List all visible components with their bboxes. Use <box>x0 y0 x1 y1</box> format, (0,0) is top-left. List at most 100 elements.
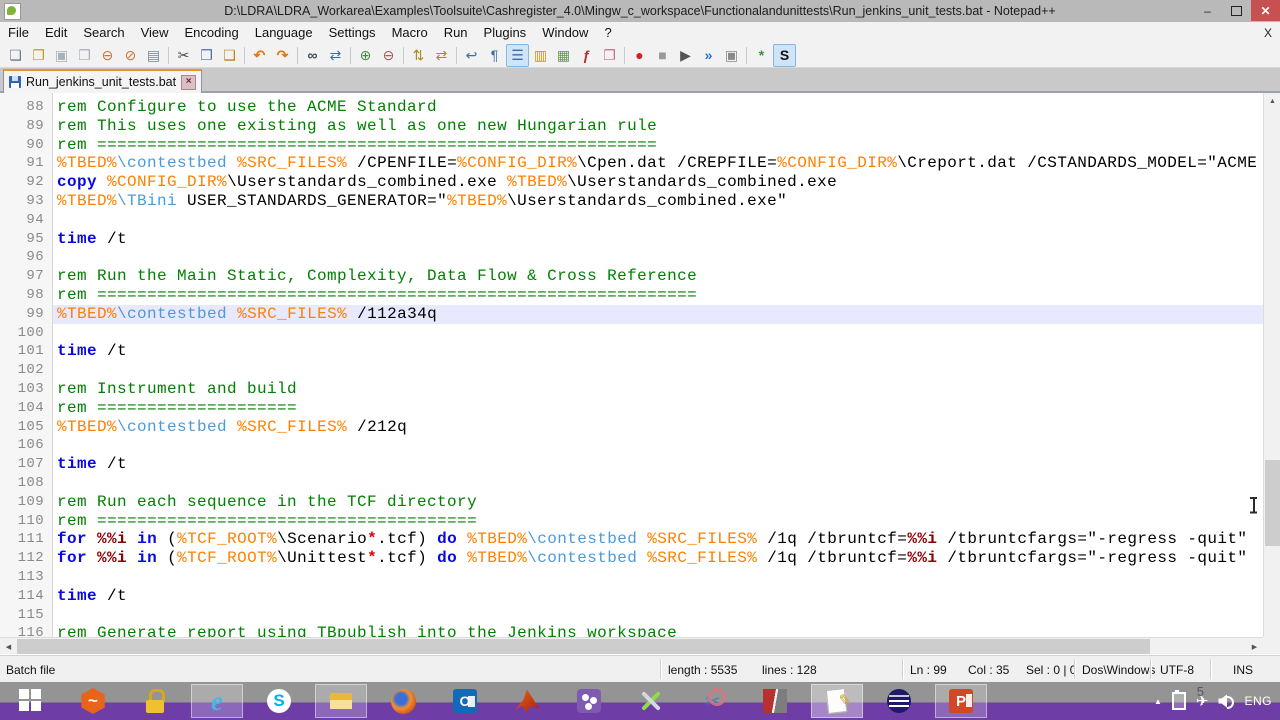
vertical-scrollbar[interactable]: ▲ ▼ <box>1263 93 1280 654</box>
menu-item-language[interactable]: Language <box>247 25 321 40</box>
app-notepadpp[interactable] <box>811 684 863 718</box>
sync-horizontal-scroll-icon[interactable]: ⇄ <box>430 44 453 67</box>
code-line-113[interactable]: 113 <box>0 568 1263 587</box>
code-line-108[interactable]: 108 <box>0 474 1263 493</box>
s-button-icon[interactable]: S <box>773 44 796 67</box>
macro-save-icon[interactable]: ▣ <box>720 44 743 67</box>
app-hexagon[interactable]: ~ <box>67 684 119 718</box>
app-matlab[interactable] <box>501 684 553 718</box>
app-skype[interactable]: S <box>253 684 305 718</box>
app-outlook[interactable]: O <box>439 684 491 718</box>
menu-item-view[interactable]: View <box>133 25 177 40</box>
maximize-button[interactable] <box>1222 0 1251 21</box>
code-line-114[interactable]: 114time /t <box>0 587 1263 606</box>
code-line-102[interactable]: 102 <box>0 361 1263 380</box>
scroll-right-icon[interactable]: ▶ <box>1246 638 1263 655</box>
copy-icon[interactable]: ❐ <box>195 44 218 67</box>
status-eol[interactable]: Dos\Windows <box>1082 663 1155 677</box>
code-line-90[interactable]: 90rem ==================================… <box>0 136 1263 155</box>
app-firefox[interactable] <box>377 684 429 718</box>
scroll-up-icon[interactable]: ▲ <box>1264 93 1280 110</box>
tab-run-jenkins-unit-tests[interactable]: Run_jenkins_unit_tests.bat × <box>3 69 202 94</box>
code-line-104[interactable]: 104rem ==================== <box>0 399 1263 418</box>
print-icon[interactable]: ▤ <box>142 44 165 67</box>
code-line-105[interactable]: 105%TBED%\contestbed %SRC_FILES% /212q <box>0 418 1263 437</box>
app-snipping-tool[interactable]: ✂ <box>687 684 739 718</box>
document-map-icon[interactable]: ▦ <box>552 44 575 67</box>
macro-stop-icon[interactable]: ■ <box>651 44 674 67</box>
tab-close-icon[interactable]: × <box>181 75 196 90</box>
code-line-95[interactable]: 95time /t <box>0 230 1263 249</box>
code-line-92[interactable]: 92copy %CONFIG_DIR%\Userstandards_combin… <box>0 173 1263 192</box>
app-eclipse[interactable] <box>873 684 925 718</box>
find-icon[interactable]: ∞ <box>301 44 324 67</box>
app-tools[interactable] <box>625 684 677 718</box>
code-line-110[interactable]: 110rem =================================… <box>0 512 1263 531</box>
code-line-99[interactable]: 99%TBED%\contestbed %SRC_FILES% /112a34q <box>0 305 1263 324</box>
menu-item-edit[interactable]: Edit <box>37 25 75 40</box>
code-line-109[interactable]: 109rem Run each sequence in the TCF dire… <box>0 493 1263 512</box>
zoom-in-icon[interactable]: ⊕ <box>354 44 377 67</box>
menu-item-window[interactable]: Window <box>534 25 596 40</box>
macro-play-icon[interactable]: ▶ <box>674 44 697 67</box>
code-line-112[interactable]: 112for %%i in (%TCF_ROOT%\Unittest*.tcf)… <box>0 549 1263 568</box>
horizontal-scrollbar[interactable]: ◀ ▶ <box>0 637 1263 654</box>
volume-icon[interactable] <box>1218 693 1234 709</box>
paste-icon[interactable]: ❑ <box>218 44 241 67</box>
code-line-101[interactable]: 101time /t <box>0 342 1263 361</box>
status-encoding[interactable]: UTF-8 <box>1160 663 1194 677</box>
new-file-icon[interactable]: ❏ <box>4 44 27 67</box>
menu-item-encoding[interactable]: Encoding <box>177 25 247 40</box>
save-all-icon[interactable]: ❒ <box>73 44 96 67</box>
replace-icon[interactable]: ⇄ <box>324 44 347 67</box>
undo-icon[interactable]: ↶ <box>248 44 271 67</box>
language-indicator[interactable]: ENG <box>1244 694 1272 708</box>
scroll-left-icon[interactable]: ◀ <box>0 638 17 655</box>
code-line-96[interactable]: 96 <box>0 248 1263 267</box>
folder-workspace-icon[interactable]: ❒ <box>598 44 621 67</box>
code-line-116[interactable]: 116rem Generate report using TBpublish i… <box>0 624 1263 637</box>
code-line-91[interactable]: 91%TBED%\contestbed %SRC_FILES% /CPENFIL… <box>0 154 1263 173</box>
save-icon[interactable]: ▣ <box>50 44 73 67</box>
close-button[interactable]: ✕ <box>1251 0 1280 21</box>
open-file-icon[interactable]: ❐ <box>27 44 50 67</box>
app-purple-tile[interactable] <box>563 684 615 718</box>
macro-run-multiple-icon[interactable]: » <box>697 44 720 67</box>
zoom-out-icon[interactable]: ⊖ <box>377 44 400 67</box>
menu-item-plugins[interactable]: Plugins <box>476 25 535 40</box>
battery-icon[interactable] <box>1172 692 1186 710</box>
code-line-93[interactable]: 93%TBED%\TBini USER_STANDARDS_GENERATOR=… <box>0 192 1263 211</box>
indent-guide-icon[interactable]: ☰ <box>506 44 529 67</box>
start-button[interactable] <box>5 684 57 718</box>
close-all-icon[interactable]: ⊘ <box>119 44 142 67</box>
menu-item-help[interactable]: ? <box>596 25 619 40</box>
code-line-100[interactable]: 100 <box>0 324 1263 343</box>
menu-item-run[interactable]: Run <box>436 25 476 40</box>
tray-expand-icon[interactable]: ▲ <box>1154 697 1162 706</box>
menu-item-search[interactable]: Search <box>75 25 132 40</box>
status-insert-mode[interactable]: INS <box>1233 663 1253 677</box>
code-line-97[interactable]: 97rem Run the Main Static, Complexity, D… <box>0 267 1263 286</box>
code-line-115[interactable]: 115 <box>0 606 1263 625</box>
app-powerpoint[interactable]: P <box>935 684 987 718</box>
sync-vertical-scroll-icon[interactable]: ⇅ <box>407 44 430 67</box>
plugin-sprout-icon[interactable]: * <box>750 44 773 67</box>
word-wrap-icon[interactable]: ↩ <box>460 44 483 67</box>
app-file-explorer[interactable] <box>315 684 367 718</box>
user-dialog-icon[interactable]: ▥ <box>529 44 552 67</box>
vertical-scroll-thumb[interactable] <box>1265 460 1280 546</box>
code-line-111[interactable]: 111for %%i in (%TCF_ROOT%\Scenario*.tcf)… <box>0 530 1263 549</box>
code-line-106[interactable]: 106 <box>0 436 1263 455</box>
macro-record-icon[interactable]: ● <box>628 44 651 67</box>
editor[interactable]: 88rem Configure to use the ACME Standard… <box>0 93 1263 637</box>
menu-item-settings[interactable]: Settings <box>321 25 384 40</box>
menu-item-macro[interactable]: Macro <box>384 25 436 40</box>
code-line-107[interactable]: 107time /t <box>0 455 1263 474</box>
close-file-icon[interactable]: ⊖ <box>96 44 119 67</box>
app-lock[interactable] <box>129 684 181 718</box>
code-line-98[interactable]: 98rem ==================================… <box>0 286 1263 305</box>
function-list-icon[interactable]: ƒ <box>575 44 598 67</box>
app-red-gray[interactable] <box>749 684 801 718</box>
horizontal-scroll-thumb[interactable] <box>17 639 1150 654</box>
redo-icon[interactable]: ↷ <box>271 44 294 67</box>
